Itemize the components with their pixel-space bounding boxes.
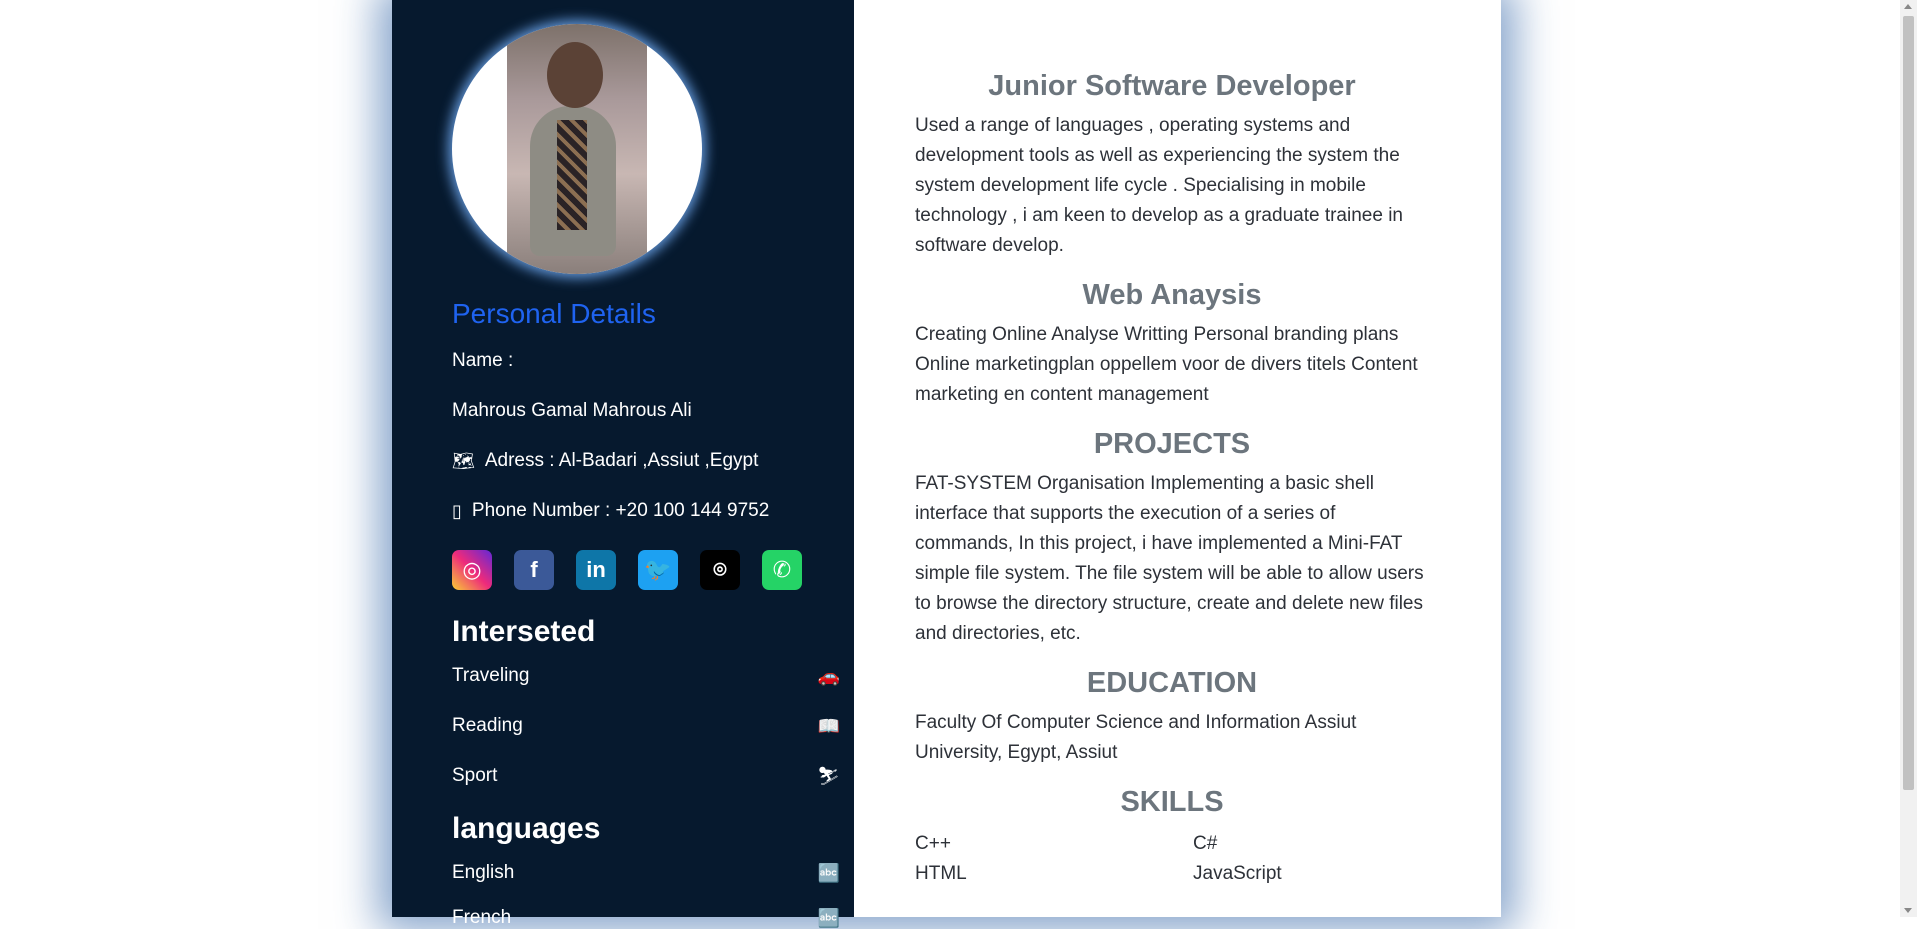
- personal-details-title: Personal Details: [452, 298, 656, 329]
- projects-title: PROJECTS: [1093, 428, 1251, 460]
- phone-icon: ▯: [452, 500, 462, 521]
- address-line: 🗺 Adress : Al-Badari ,Assiut ,Egypt: [452, 450, 758, 472]
- address-text: Adress : Al-Badari ,Assiut ,Egypt: [484, 450, 759, 471]
- map-icon: 🗺: [452, 450, 475, 471]
- phone-line: ▯ Phone Number : +20 100 144 9752: [452, 500, 769, 522]
- education-description: Faculty Of Computer Science and Informat…: [915, 712, 1357, 763]
- photo-figure-head: [547, 42, 603, 108]
- languages-heading: languages: [452, 812, 601, 845]
- sport-icon: ⛷: [817, 765, 840, 786]
- interest-item: Traveling 🚗: [452, 665, 840, 687]
- name-label: Name :: [452, 350, 514, 371]
- skill-item: C#: [1193, 833, 1218, 854]
- linkedin-icon[interactable]: in: [576, 550, 616, 590]
- interest-item: Sport ⛷: [452, 765, 840, 787]
- car-icon: 🚗: [817, 665, 840, 686]
- whatsapp-icon[interactable]: ✆: [762, 550, 802, 590]
- scroll-down-arrow[interactable]: [1904, 908, 1912, 913]
- phone-text: Phone Number : +20 100 144 9752: [471, 500, 770, 521]
- language-item: French 🔤: [452, 907, 840, 929]
- education-title: EDUCATION: [1086, 667, 1258, 699]
- interest-label: Reading: [452, 715, 523, 736]
- language-icon: 🔤: [817, 907, 840, 928]
- language-label: English: [452, 862, 515, 883]
- main-content: Junior Software Developer Used a range o…: [854, 0, 1501, 917]
- skill-item: C++: [915, 833, 951, 854]
- job-title: Junior Software Developer: [988, 70, 1356, 102]
- social-links: ◎ f in 🐦 ⌾ ✆: [452, 550, 802, 590]
- instagram-icon[interactable]: ◎: [452, 550, 492, 590]
- avatar: [452, 24, 702, 274]
- vertical-scrollbar[interactable]: [1900, 0, 1917, 917]
- skills-list: C++ C# HTML JavaScript: [915, 829, 1429, 889]
- language-icon: 🔤: [817, 862, 840, 883]
- language-label: French: [452, 907, 512, 928]
- twitter-icon[interactable]: 🐦: [638, 550, 678, 590]
- skill-item: JavaScript: [1193, 863, 1282, 884]
- scroll-up-arrow[interactable]: [1904, 4, 1912, 9]
- web-analysis-description: Creating Online Analyse Writting Persona…: [915, 324, 1418, 405]
- interest-label: Sport: [452, 765, 498, 786]
- projects-description: FAT-SYSTEM Organisation Implementing a b…: [915, 473, 1424, 644]
- web-analysis-title: Web Anaysis: [1082, 279, 1262, 311]
- scrollbar-thumb[interactable]: [1903, 16, 1914, 790]
- github-icon[interactable]: ⌾: [700, 550, 740, 590]
- job-description: Used a range of languages , operating sy…: [915, 115, 1403, 256]
- skill-item: HTML: [915, 863, 967, 884]
- resume-card: Personal Details Name : Mahrous Gamal Ma…: [392, 0, 1501, 928]
- skills-title: SKILLS: [1120, 786, 1224, 818]
- facebook-icon[interactable]: f: [514, 550, 554, 590]
- interests-heading: Interseted: [452, 615, 596, 648]
- name-value: Mahrous Gamal Mahrous Ali: [452, 400, 692, 421]
- sidebar: Personal Details Name : Mahrous Gamal Ma…: [392, 0, 854, 928]
- book-icon: 📖: [817, 715, 840, 736]
- interest-label: Traveling: [452, 665, 530, 686]
- language-item: English 🔤: [452, 862, 840, 884]
- interest-item: Reading 📖: [452, 715, 840, 737]
- photo-figure-scarf: [557, 120, 587, 230]
